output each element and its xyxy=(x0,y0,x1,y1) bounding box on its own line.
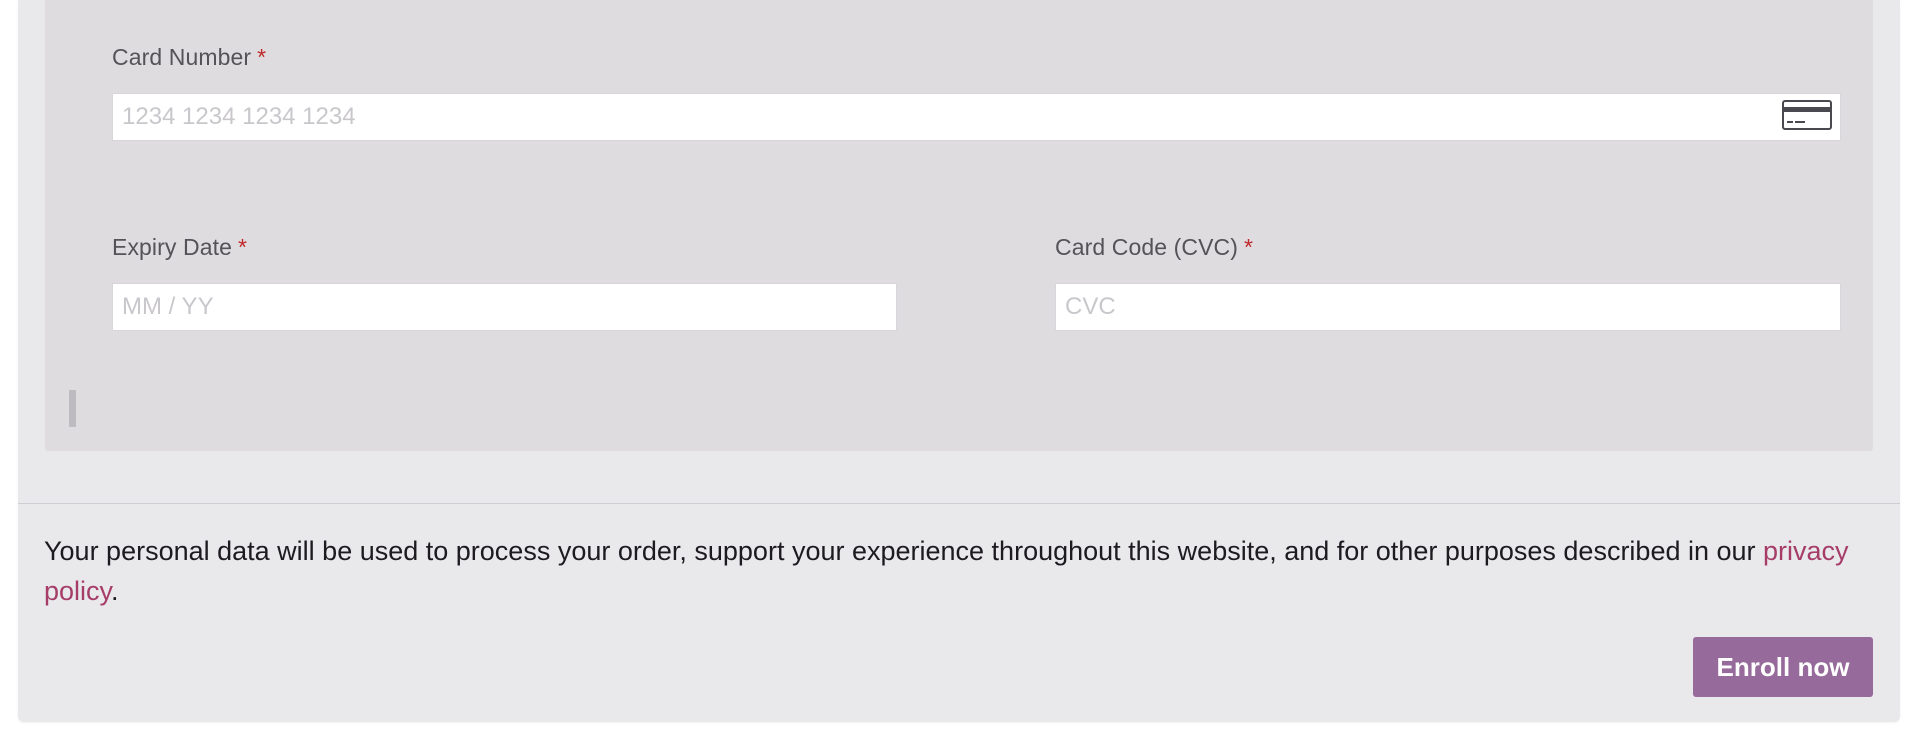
section-divider xyxy=(18,503,1900,504)
payment-fields-box: Card Number* Expiry Date* Card Code (CVC… xyxy=(45,0,1873,451)
card-code-label-text: Card Code (CVC) xyxy=(1055,234,1238,260)
required-asterisk: * xyxy=(237,234,248,260)
expiry-date-label-text: Expiry Date xyxy=(112,234,232,260)
required-asterisk: * xyxy=(1244,234,1254,260)
card-code-input[interactable] xyxy=(1055,283,1841,331)
card-number-input[interactable] xyxy=(112,93,1841,141)
card-number-label: Card Number * xyxy=(112,44,266,71)
drag-handle xyxy=(69,390,76,427)
privacy-notice-trailing: . xyxy=(111,576,119,606)
privacy-notice: Your personal data will be used to proce… xyxy=(44,531,1884,611)
required-asterisk: * xyxy=(257,44,267,70)
credit-card-icon xyxy=(1782,100,1832,130)
expiry-date-label: Expiry Date * xyxy=(112,234,247,261)
card-code-label: Card Code (CVC) * xyxy=(1055,234,1253,261)
checkout-card: Card Number* Expiry Date* Card Code (CVC… xyxy=(18,0,1900,722)
enroll-now-button[interactable]: Enroll now xyxy=(1693,637,1873,697)
expiry-date-input[interactable] xyxy=(112,283,897,331)
privacy-notice-text: Your personal data will be used to proce… xyxy=(44,536,1764,566)
card-number-label-text: Card Number xyxy=(112,44,252,70)
